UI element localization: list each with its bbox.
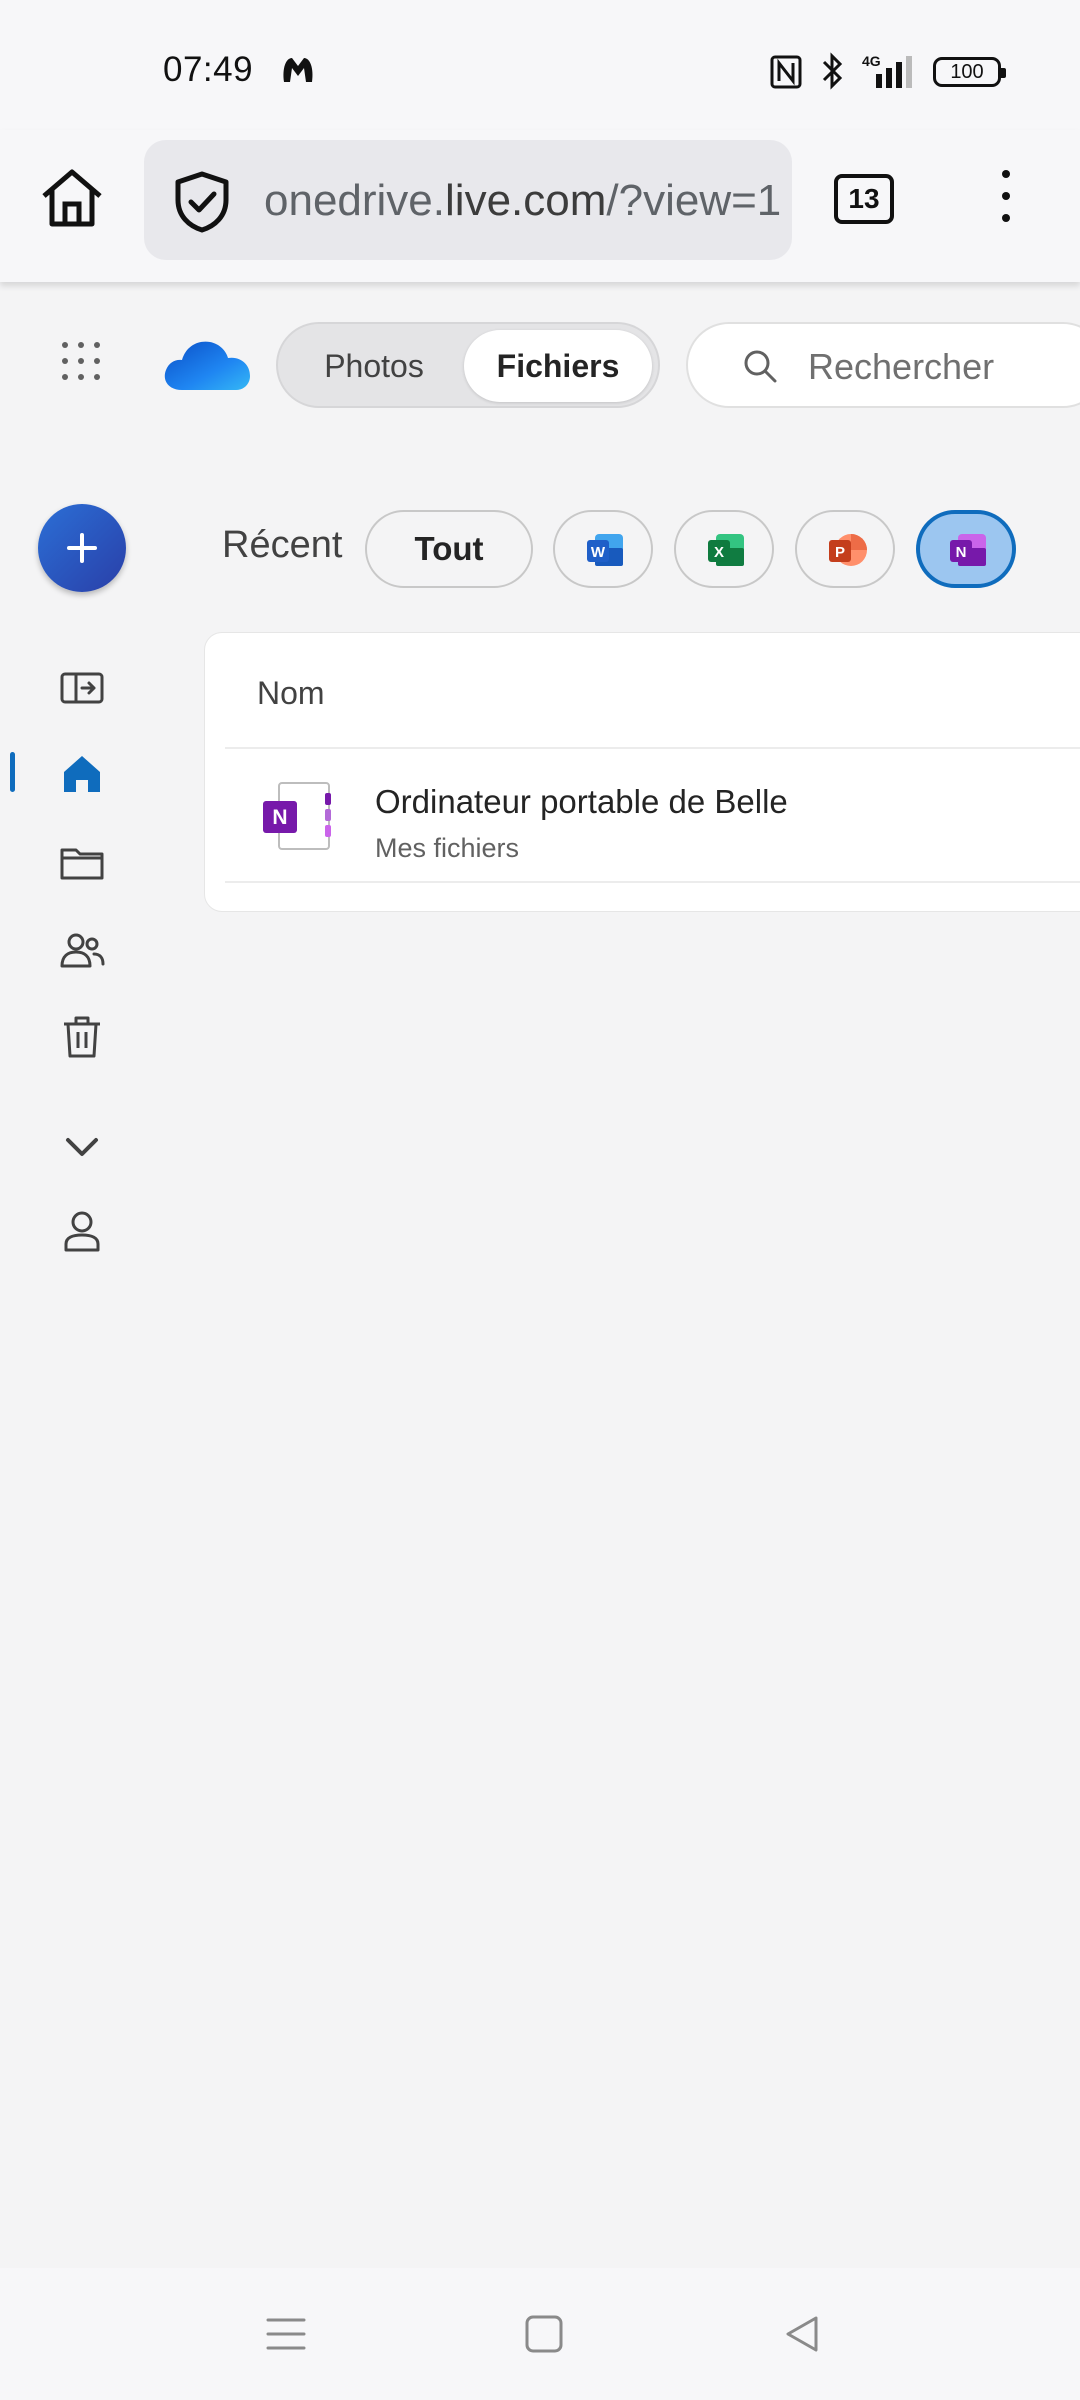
home-icon[interactable] [36,162,108,234]
svg-text:4G: 4G [862,53,881,69]
folder-icon[interactable] [58,838,106,886]
create-new-button[interactable] [38,504,126,592]
filter-all-chip[interactable]: Tout [365,510,533,588]
security-shield-icon[interactable] [172,170,232,234]
tab-photos[interactable]: Photos [288,330,460,402]
app-launcher-icon[interactable] [60,340,102,382]
home-icon[interactable] [58,750,106,798]
search-icon [744,350,777,383]
svg-text:X: X [714,544,724,561]
view-segmented-control: Photos Fichiers [276,322,660,408]
url-prefix: onedrive. [264,176,446,225]
search-input[interactable]: Rechercher [808,346,994,388]
filter-onenote-chip[interactable]: N [916,510,1016,588]
shared-icon[interactable] [58,926,106,974]
recent-heading: Récent [222,524,343,566]
file-list-card: Nom N Ordinateur portable de Belle Mes f… [204,632,1080,912]
svg-text:N: N [272,806,287,829]
active-indicator [10,752,15,792]
account-icon[interactable] [58,1206,106,1254]
file-name[interactable]: Ordinateur portable de Belle [375,783,788,821]
filter-excel-chip[interactable]: X [674,510,774,588]
filter-word-chip[interactable]: W [553,510,653,588]
row-divider [225,881,1080,883]
system-navigation-bar [0,2268,1080,2400]
word-icon: W [587,534,623,566]
recent-apps-icon[interactable] [264,2312,308,2356]
search-box[interactable]: Rechercher [686,322,1080,408]
status-bar: 07:49 4G 100 [0,0,1080,130]
battery-icon: 100 [933,57,1006,87]
app-notification-icon [283,58,313,82]
collapse-pane-icon[interactable] [58,664,106,712]
onedrive-logo-icon[interactable] [160,334,254,394]
address-bar[interactable]: onedrive.live.com/?view=1 [144,140,792,260]
signal-icon: 4G [862,53,912,88]
tab-files[interactable]: Fichiers [464,330,652,402]
home-button-icon[interactable] [522,2312,566,2356]
onedrive-header: Photos Fichiers Rechercher [0,282,1080,450]
url-path: /?view=1 [606,176,782,225]
browser-toolbar: onedrive.live.com/?view=1 13 [0,130,1080,282]
browser-menu-icon[interactable] [996,170,1016,230]
bluetooth-icon [822,52,843,90]
onenote-notebook-icon: N [263,782,331,850]
svg-text:N: N [956,544,967,561]
excel-icon: X [708,534,744,566]
filter-powerpoint-chip[interactable]: P [795,510,895,588]
back-icon[interactable] [780,2312,824,2356]
column-header-name[interactable]: Nom [257,675,325,712]
status-time: 07:49 [163,50,254,89]
onenote-icon: N [950,534,986,566]
url-domain: live.com [445,176,607,225]
recycle-bin-icon[interactable] [58,1012,106,1060]
file-row[interactable]: N Ordinateur portable de Belle Mes fichi… [225,749,1080,879]
file-location: Mes fichiers [375,833,520,863]
svg-text:P: P [835,544,845,561]
url-text[interactable]: onedrive.live.com/?view=1 [264,176,781,226]
nfc-icon [770,55,802,89]
powerpoint-icon: P [829,534,867,566]
chevron-down-icon[interactable] [58,1122,106,1170]
tab-switcher-button[interactable]: 13 [834,174,894,224]
svg-text:W: W [591,544,606,561]
